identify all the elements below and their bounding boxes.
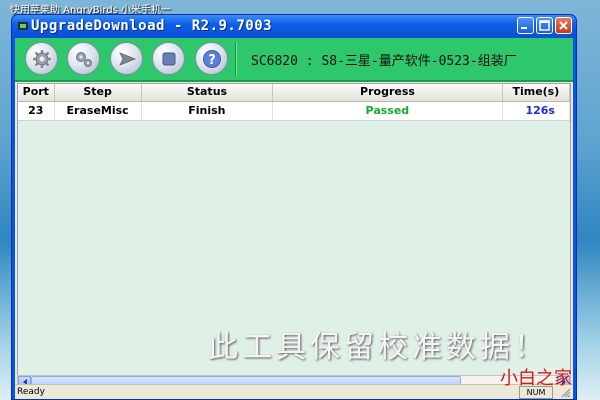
app-icon	[18, 22, 28, 30]
watermark-text: 此工具保留校准数据！	[208, 330, 548, 365]
window-title: UpgradeDownload - R2.9.7003	[31, 18, 273, 34]
stop-icon	[162, 52, 176, 66]
title-bar[interactable]: UpgradeDownload - R2.9.7003	[12, 15, 576, 38]
minimize-icon	[521, 27, 527, 29]
close-icon	[559, 21, 568, 30]
gears-icon	[76, 52, 92, 67]
status-text: Ready	[17, 387, 45, 397]
gear-icon	[33, 50, 51, 68]
play-icon	[119, 52, 137, 66]
minimize-button[interactable]	[517, 17, 534, 34]
settings-button[interactable]	[25, 42, 58, 75]
toolbar-separator	[235, 42, 237, 76]
status-bar: Ready NUM	[15, 384, 573, 399]
toolbar: ? SC6820 : S8-三星-量产软件-0523-组装厂	[15, 38, 573, 82]
maximize-icon	[539, 20, 550, 31]
svg-text:?: ?	[208, 53, 216, 68]
device-info: SC6820 : S8-三星-量产软件-0523-组装厂	[251, 54, 517, 69]
column-header-progress[interactable]: Progress	[273, 84, 503, 101]
column-header-time[interactable]: Time(s)	[503, 84, 570, 101]
table-row[interactable]: 23 EraseMisc Finish Passed 126s	[18, 102, 570, 121]
advanced-settings-button[interactable]	[67, 42, 100, 75]
help-button[interactable]: ?	[195, 42, 228, 75]
close-button[interactable]	[555, 17, 572, 34]
start-button[interactable]	[110, 42, 143, 75]
port-cell: 23	[18, 102, 55, 120]
column-header-port[interactable]: Port	[18, 84, 55, 101]
column-header-status[interactable]: Status	[142, 84, 274, 101]
help-icon: ?	[203, 50, 221, 68]
progress-cell: Passed	[273, 102, 503, 120]
step-cell: EraseMisc	[55, 102, 142, 120]
corner-logo: 小白之家	[500, 368, 572, 389]
grid-header: Port Step Status Progress Time(s)	[18, 84, 570, 102]
stop-button[interactable]	[152, 42, 185, 75]
maximize-button[interactable]	[536, 17, 553, 34]
column-header-step[interactable]: Step	[55, 84, 142, 101]
time-cell: 126s	[503, 102, 570, 120]
status-cell: Finish	[142, 102, 274, 120]
